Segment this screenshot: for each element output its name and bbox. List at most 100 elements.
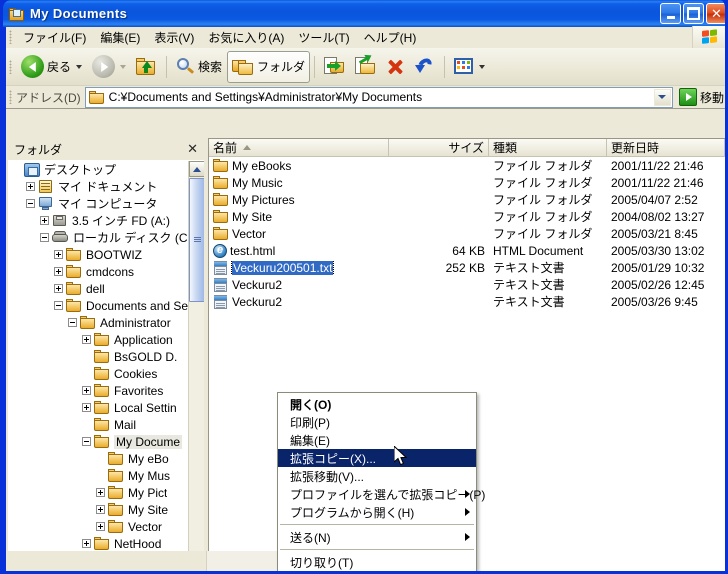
up-button[interactable] — [131, 51, 162, 83]
table-row[interactable]: test.html 64 KB HTML Document 2005/03/30 13… — [209, 242, 725, 259]
file-name-cell[interactable]: Veckuru2 — [209, 277, 389, 292]
tree-node[interactable]: デスクトップ — [8, 161, 188, 178]
tree-node[interactable]: My Site — [8, 501, 188, 518]
table-row[interactable]: My Site ファイル フォルダ 2004/08/02 13:27 — [209, 208, 725, 225]
search-button[interactable]: 検索 — [171, 51, 227, 83]
maximize-button[interactable] — [683, 3, 704, 24]
tree-node[interactable]: ローカル ディスク (C:) — [8, 229, 188, 246]
back-dropdown-icon[interactable] — [76, 64, 83, 69]
title-bar[interactable]: My Documents — [3, 0, 725, 27]
undo-button[interactable] — [410, 51, 440, 83]
views-button[interactable] — [449, 51, 490, 83]
menu-file[interactable]: ファイル(F) — [16, 27, 93, 48]
tree-node[interactable]: BsGOLD D. — [8, 348, 188, 365]
tree-node[interactable]: Mail — [8, 416, 188, 433]
forward-button[interactable] — [87, 51, 131, 83]
table-row[interactable]: Veckuru2 テキスト文書 2005/02/26 12:45 — [209, 276, 725, 293]
table-row[interactable]: Veckuru2 テキスト文書 2005/03/26 9:45 — [209, 293, 725, 310]
toolbar-grip[interactable] — [9, 59, 12, 74]
table-row[interactable]: Veckuru200501.txt 252 KB テキスト文書 2005/01/29 … — [209, 259, 725, 276]
tree-node[interactable]: Favorites — [8, 382, 188, 399]
expand-icon[interactable] — [82, 403, 91, 412]
file-name-cell[interactable]: My Site — [209, 209, 389, 224]
tree-scroll-up-button[interactable] — [189, 161, 204, 177]
tree-node[interactable]: Vector — [8, 518, 188, 535]
table-row[interactable]: My eBooks ファイル フォルダ 2001/11/22 21:46 — [209, 157, 725, 174]
tree-node[interactable]: Cookies — [8, 365, 188, 382]
tree-node[interactable]: 3.5 インチ FD (A:) — [8, 212, 188, 229]
tree-node[interactable]: cmdcons — [8, 263, 188, 280]
tree-vertical-scrollbar[interactable] — [188, 161, 204, 569]
collapse-icon[interactable] — [82, 437, 91, 446]
delete-button[interactable] — [381, 51, 410, 83]
context-menu-item[interactable]: 編集(E) — [278, 431, 476, 449]
table-row[interactable]: Vector ファイル フォルダ 2005/03/21 8:45 — [209, 225, 725, 242]
context-menu-item[interactable]: 拡張コピー(X)... — [278, 449, 476, 467]
tree-node[interactable]: My Docume — [8, 433, 188, 450]
menu-favorites[interactable]: お気に入り(A) — [201, 27, 291, 48]
file-name-cell[interactable]: Vector — [209, 226, 389, 241]
menubar-grip[interactable] — [9, 30, 12, 44]
file-name-cell[interactable]: Veckuru200501.txt — [209, 260, 389, 275]
minimize-button[interactable] — [660, 3, 681, 24]
tree-node[interactable]: Administrator — [8, 314, 188, 331]
file-name-cell[interactable]: My eBooks — [209, 158, 389, 173]
folders-button[interactable]: フォルダ — [227, 50, 311, 83]
tree-node[interactable]: Documents and Se — [8, 297, 188, 314]
address-dropdown-button[interactable] — [653, 88, 671, 106]
menu-edit[interactable]: 編集(E) — [93, 27, 147, 48]
tree-node[interactable]: NetHood — [8, 535, 188, 552]
go-button[interactable]: 移動 — [675, 88, 725, 106]
context-menu-item[interactable]: 拡張移動(V)... — [278, 467, 476, 485]
file-name-cell[interactable]: My Pictures — [209, 192, 389, 207]
table-row[interactable]: My Pictures ファイル フォルダ 2005/04/07 2:52 — [209, 191, 725, 208]
expand-icon[interactable] — [54, 284, 63, 293]
close-icon[interactable]: ✕ — [185, 141, 200, 157]
table-row[interactable]: My Music ファイル フォルダ 2001/11/22 21:46 — [209, 174, 725, 191]
context-menu-item[interactable]: 送る(N) — [278, 528, 476, 546]
expand-icon[interactable] — [82, 539, 91, 548]
expand-icon[interactable] — [40, 216, 49, 225]
tree-node[interactable]: My eBo — [8, 450, 188, 467]
expand-icon[interactable] — [96, 522, 105, 531]
tree-node[interactable]: Application — [8, 331, 188, 348]
tree-scroll-thumb[interactable] — [189, 178, 204, 302]
views-dropdown-icon[interactable] — [479, 64, 486, 69]
tree-node[interactable]: BOOTWIZ — [8, 246, 188, 263]
context-menu-item[interactable]: 開く(O) — [278, 395, 476, 413]
address-input[interactable]: C:¥Documents and Settings¥Administrator¥… — [84, 86, 673, 108]
context-menu-item[interactable]: プロファイルを選んで拡張コピー(P) — [278, 485, 485, 503]
tree-node[interactable]: dell — [8, 280, 188, 297]
copy-to-button[interactable] — [319, 51, 350, 83]
expand-icon[interactable] — [96, 505, 105, 514]
expand-icon[interactable] — [54, 267, 63, 276]
back-button[interactable]: 戻る — [16, 51, 87, 83]
column-header[interactable]: 種類 — [489, 139, 607, 156]
move-to-button[interactable] — [350, 51, 381, 83]
collapse-icon[interactable] — [26, 199, 35, 208]
expand-icon[interactable] — [54, 250, 63, 259]
close-button[interactable] — [706, 3, 725, 24]
file-name-cell[interactable]: My Music — [209, 175, 389, 190]
file-name-cell[interactable]: Veckuru2 — [209, 294, 389, 309]
forward-dropdown-icon[interactable] — [120, 64, 127, 69]
collapse-icon[interactable] — [40, 233, 49, 242]
tree-node[interactable]: マイ ドキュメント — [8, 178, 188, 195]
column-header[interactable]: 名前 — [209, 139, 389, 156]
menu-tools[interactable]: ツール(T) — [291, 27, 356, 48]
tree-node[interactable]: My Mus — [8, 467, 188, 484]
column-header[interactable]: 更新日時 — [607, 139, 725, 156]
collapse-icon[interactable] — [54, 301, 63, 310]
menu-help[interactable]: ヘルプ(H) — [357, 27, 424, 48]
expand-icon[interactable] — [82, 386, 91, 395]
addressbar-grip[interactable] — [9, 90, 12, 104]
menu-view[interactable]: 表示(V) — [147, 27, 201, 48]
tree-node[interactable]: Local Settin — [8, 399, 188, 416]
column-header[interactable]: サイズ — [389, 139, 489, 156]
context-menu-item[interactable]: プログラムから開く(H) — [278, 503, 476, 521]
tree-node[interactable]: マイ コンピュータ — [8, 195, 188, 212]
expand-icon[interactable] — [82, 335, 91, 344]
expand-icon[interactable] — [26, 182, 35, 191]
collapse-icon[interactable] — [68, 318, 77, 327]
context-menu-item[interactable]: 印刷(P) — [278, 413, 476, 431]
